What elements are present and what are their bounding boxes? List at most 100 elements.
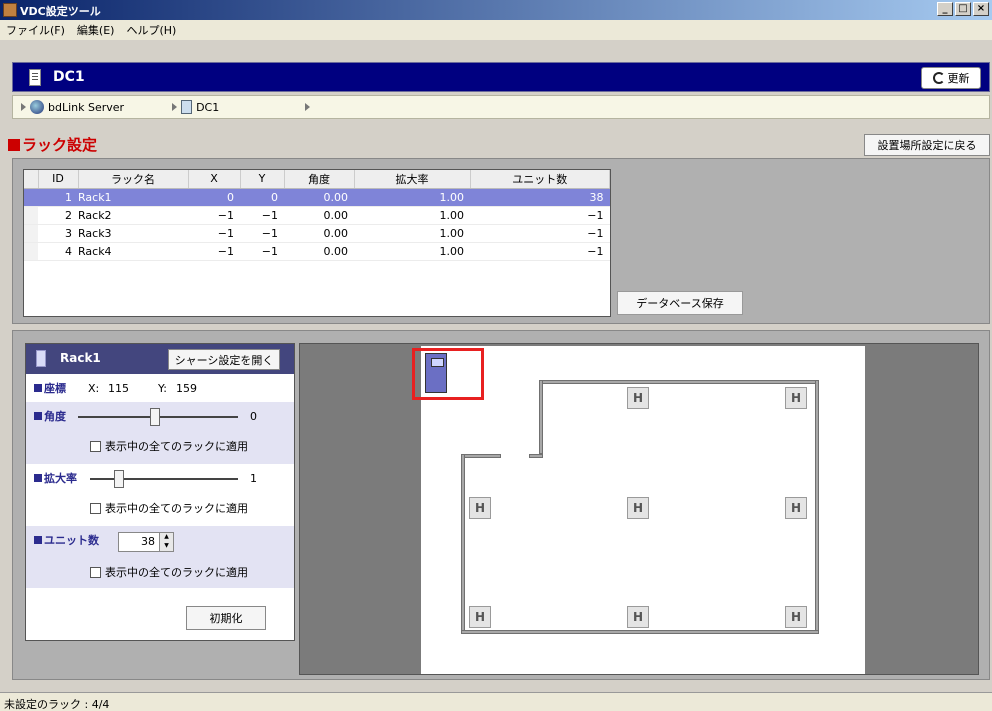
checkbox-label: 表示中の全てのラックに適用 <box>105 502 248 515</box>
cell-scale: 1.00 <box>354 224 470 243</box>
maximize-button[interactable]: □ <box>955 2 971 16</box>
wall-inner-left <box>539 380 543 454</box>
cell-angle: 0.00 <box>284 242 354 261</box>
cell-units: 38 <box>470 188 610 207</box>
scale-apply-all-checkbox[interactable]: 表示中の全てのラックに適用 <box>90 500 248 516</box>
cell-units: −1 <box>470 242 610 261</box>
cell-scale: 1.00 <box>354 206 470 225</box>
h-marker[interactable]: H <box>785 387 807 409</box>
rack-properties-panel: Rack1 シャーシ設定を開く 座標 X: 115 Y: 159 角度 0 表示… <box>25 343 295 641</box>
status-bar: 未設定のラック : 4/4 <box>0 692 992 711</box>
table-row[interactable]: 1 Rack1 0 0 0.00 1.00 38 <box>24 188 610 207</box>
column-header-id[interactable]: ID <box>38 170 79 189</box>
column-header-units[interactable]: ユニット数 <box>470 170 610 189</box>
bullet-icon <box>34 384 42 392</box>
section-title: ラック設定 <box>8 134 97 155</box>
close-button[interactable]: × <box>973 2 989 16</box>
status-text: 未設定のラック : 4/4 <box>4 698 110 711</box>
x-label: X: <box>88 382 100 395</box>
checkbox-box[interactable] <box>90 502 101 514</box>
menu-file[interactable]: ファイル(F) <box>6 22 65 38</box>
rack-editor-area: Rack1 シャーシ設定を開く 座標 X: 115 Y: 159 角度 0 表示… <box>12 330 990 680</box>
coordinate-label-text: 座標 <box>44 382 66 395</box>
properties-header: Rack1 シャーシ設定を開く <box>26 344 294 374</box>
breadcrumb-item-server[interactable]: bdLink Server <box>21 100 124 114</box>
cell-id: 1 <box>38 188 78 207</box>
floor-layout-canvas[interactable]: H H H H H H H H <box>299 343 979 675</box>
cell-y: −1 <box>240 224 284 243</box>
row-selector[interactable] <box>24 188 38 207</box>
breadcrumb-item-dc[interactable]: DC1 <box>172 100 219 114</box>
breadcrumb-label: bdLink Server <box>48 100 125 114</box>
h-marker[interactable]: H <box>469 497 491 519</box>
chevron-right-icon <box>21 103 26 111</box>
breadcrumb-label: DC1 <box>196 100 220 114</box>
minimize-button[interactable]: _ <box>937 2 953 16</box>
refresh-button[interactable]: 更新 <box>921 67 981 89</box>
units-label-text: ユニット数 <box>44 534 99 547</box>
column-header-angle[interactable]: 角度 <box>284 170 355 189</box>
scale-slider-thumb[interactable] <box>114 470 124 488</box>
chevron-right-icon <box>305 103 311 111</box>
cell-name: Rack4 <box>78 242 188 261</box>
column-header-scale[interactable]: 拡大率 <box>354 170 471 189</box>
datacenter-header: DC1 更新 <box>12 62 990 92</box>
menu-bar: ファイル(F) 編集(E) ヘルプ(H) <box>0 20 992 40</box>
table-row[interactable]: 4 Rack4 −1 −1 0.00 1.00 −1 <box>24 242 610 261</box>
open-chassis-settings-button[interactable]: シャーシ設定を開く <box>168 349 280 370</box>
cell-x: −1 <box>188 224 240 243</box>
stepper-up-icon[interactable]: ▲ <box>160 533 173 542</box>
section-marker-icon <box>8 138 20 151</box>
cell-name: Rack2 <box>78 206 188 225</box>
units-stepper[interactable]: 38 ▲ ▼ <box>118 532 174 552</box>
angle-apply-all-checkbox[interactable]: 表示中の全てのラックに適用 <box>90 438 248 454</box>
h-marker[interactable]: H <box>627 606 649 628</box>
cell-angle: 0.00 <box>284 206 354 225</box>
h-marker[interactable]: H <box>785 606 807 628</box>
units-label: ユニット数 <box>34 532 99 548</box>
row-selector[interactable] <box>24 242 38 261</box>
wall-left <box>461 454 465 634</box>
checkbox-box[interactable] <box>90 566 101 578</box>
cell-units: −1 <box>470 224 610 243</box>
h-marker[interactable]: H <box>469 606 491 628</box>
cell-y: −1 <box>240 206 284 225</box>
menu-help[interactable]: ヘルプ(H) <box>126 22 176 38</box>
angle-slider-thumb[interactable] <box>150 408 160 426</box>
breadcrumb: bdLink Server DC1 <box>12 95 990 119</box>
angle-label: 角度 <box>34 408 66 424</box>
breadcrumb-item-next[interactable] <box>305 103 311 111</box>
column-header-y[interactable]: Y <box>240 170 285 189</box>
save-to-database-button[interactable]: データベース保存 <box>617 291 743 315</box>
wall-bottom <box>461 630 819 634</box>
checkbox-box[interactable] <box>90 440 101 452</box>
globe-icon <box>30 100 44 114</box>
stepper-down-icon[interactable]: ▼ <box>160 542 173 551</box>
header-title: DC1 <box>53 69 85 85</box>
scale-row: 拡大率 1 表示中の全てのラックに適用 <box>26 464 294 526</box>
cell-name: Rack3 <box>78 224 188 243</box>
refresh-icon <box>932 72 945 84</box>
angle-row: 角度 0 表示中の全てのラックに適用 <box>26 402 294 464</box>
table-row[interactable]: 2 Rack2 −1 −1 0.00 1.00 −1 <box>24 206 610 225</box>
reset-button[interactable]: 初期化 <box>186 606 266 630</box>
table-row[interactable]: 3 Rack3 −1 −1 0.00 1.00 −1 <box>24 224 610 243</box>
h-marker[interactable]: H <box>627 387 649 409</box>
rack-icon <box>36 350 46 367</box>
back-to-location-button[interactable]: 設置場所設定に戻る <box>864 134 990 156</box>
units-apply-all-checkbox[interactable]: 表示中の全てのラックに適用 <box>90 564 248 580</box>
scale-slider-track[interactable] <box>90 478 238 480</box>
column-header-x[interactable]: X <box>188 170 241 189</box>
scale-value: 1 <box>250 472 257 485</box>
datacenter-icon <box>181 100 193 114</box>
section-title-label: ラック設定 <box>22 136 98 154</box>
row-selector[interactable] <box>24 206 38 225</box>
bullet-icon <box>34 412 42 420</box>
h-marker[interactable]: H <box>785 497 807 519</box>
row-selector[interactable] <box>24 224 38 243</box>
h-marker[interactable]: H <box>627 497 649 519</box>
units-value[interactable]: 38 <box>119 533 159 551</box>
column-header-name[interactable]: ラック名 <box>78 170 189 189</box>
wall-right <box>815 380 819 634</box>
menu-edit[interactable]: 編集(E) <box>77 22 115 38</box>
